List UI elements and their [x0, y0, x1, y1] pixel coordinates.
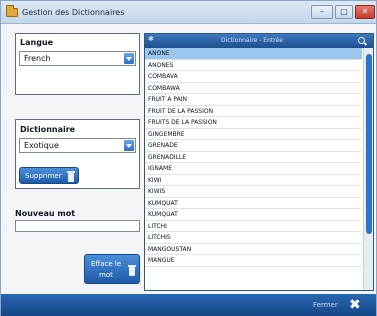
close-window-button[interactable]: ✕ — [355, 5, 375, 19]
close-icon: ✖ — [349, 297, 361, 313]
list-item[interactable]: COMBAVA — [145, 71, 362, 83]
title-bar[interactable]: Gestion des Dictionnaires – □ ✕ — [1, 1, 376, 24]
language-panel: Langue French — [15, 33, 140, 95]
list-header-title: Dictionnaire - Entrée — [221, 37, 283, 44]
list-item[interactable]: ANONES — [145, 60, 362, 71]
delete-button-label: Supprimer — [25, 172, 62, 180]
list-item[interactable]: LITCHIS — [145, 232, 362, 244]
new-word-input[interactable] — [15, 220, 140, 232]
list-item[interactable]: FRUITS DE LA PASSION — [145, 117, 362, 129]
erase-button-label-line1: Efface le — [91, 260, 122, 268]
list-item[interactable]: GRENADILLE — [145, 152, 362, 163]
erase-word-button[interactable]: Efface le mot — [84, 254, 140, 284]
erase-button-label-line2: mot — [99, 271, 113, 279]
footer-bar: Fermer ✖ — [1, 294, 376, 316]
list-scrollbar[interactable] — [363, 48, 373, 290]
list-header: ✱ Dictionnaire - Entrée — [145, 34, 373, 48]
language-select[interactable]: French — [19, 51, 136, 66]
folder-icon — [6, 5, 18, 17]
list-rows: ANONE ANONES COMBAVA COMBAWA FRUIT A PAIN FRU… — [145, 48, 362, 267]
list-item[interactable]: KIWIS — [145, 186, 362, 198]
dictionary-manager-window: Gestion des Dictionnaires – □ ✕ Langue F… — [0, 0, 377, 316]
list-item[interactable]: IGNAME — [145, 163, 362, 175]
dictionary-entries-list: ✱ Dictionnaire - Entrée ANONE ANONES COMBA… — [144, 33, 374, 291]
close-button[interactable]: Fermer ✖ — [307, 297, 369, 313]
language-label: Langue — [20, 38, 54, 47]
list-item[interactable]: MANGOUSTAN — [145, 244, 362, 255]
trash-icon — [128, 265, 136, 276]
list-item[interactable]: MANGUE — [145, 255, 362, 267]
delete-dictionary-button[interactable]: Supprimer — [19, 167, 79, 184]
dictionary-panel: Dictionnaire Exotique Supprimer — [15, 119, 140, 189]
list-item[interactable]: FRUIT DE LA PASSION — [145, 106, 362, 117]
close-button-label: Fermer — [313, 301, 338, 309]
dictionary-select[interactable]: Exotique — [19, 138, 136, 153]
list-item[interactable]: KIWI — [145, 175, 362, 186]
search-icon[interactable] — [358, 37, 365, 44]
list-item[interactable]: LITCHI — [145, 221, 362, 232]
window-title: Gestion des Dictionnaires — [22, 8, 125, 17]
list-item[interactable]: KUMQUAT — [145, 198, 362, 209]
trash-icon — [67, 171, 75, 182]
new-word-label: Nouveau mot — [15, 209, 76, 218]
maximize-button[interactable]: □ — [335, 5, 353, 19]
list-item[interactable]: GRENADE — [145, 140, 362, 152]
chevron-down-icon[interactable] — [124, 53, 134, 64]
scrollbar-thumb[interactable] — [366, 54, 372, 234]
dictionary-selected-value: Exotique — [24, 141, 59, 150]
list-item[interactable]: KUMQUAT — [145, 209, 362, 221]
list-item[interactable]: GINGEMBRE — [145, 129, 362, 140]
list-item[interactable]: COMBAWA — [145, 83, 362, 94]
list-item[interactable]: ANONE — [145, 48, 362, 60]
dictionary-label: Dictionnaire — [20, 125, 76, 134]
language-selected-value: French — [24, 54, 51, 63]
minimize-button[interactable]: – — [311, 5, 333, 19]
list-item[interactable]: FRUIT A PAIN — [145, 94, 362, 106]
chevron-down-icon[interactable] — [124, 140, 134, 151]
